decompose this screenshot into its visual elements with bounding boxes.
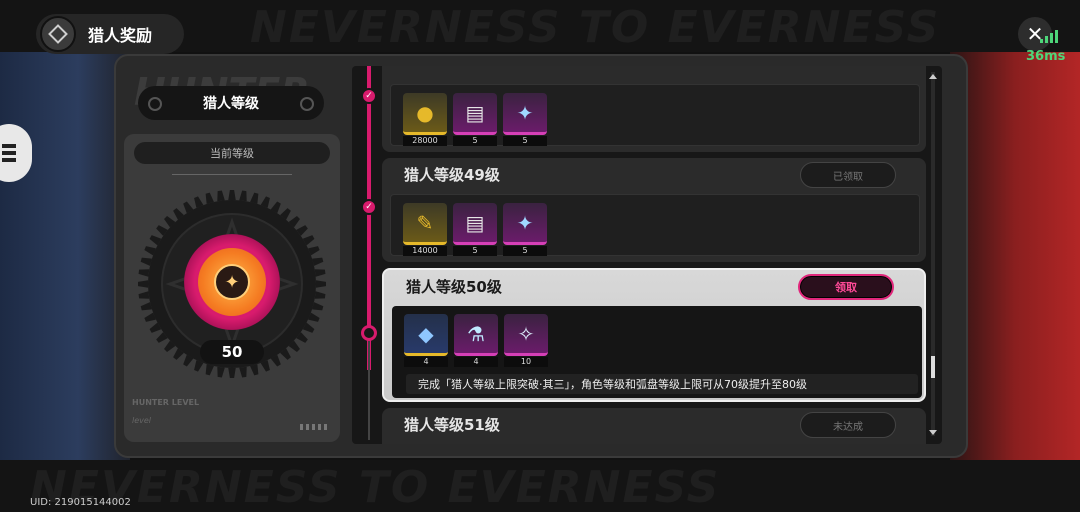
gold-coin-icon: ● [403,93,447,135]
scrollbar-thumb[interactable] [931,356,935,378]
reward-item[interactable]: ✦ 5 [503,93,547,146]
gem-cluster-icon: ✧ [504,314,548,356]
ping-readout: 36ms [1026,49,1066,64]
background-right [950,52,1080,460]
reward-entry: ● 28000 ▤ 5 ✦ 5 [382,66,926,152]
top-watermark: NEVERNESS TO EVERNESS [250,2,941,53]
reward-item[interactable]: ◆ 4 [404,314,448,367]
reward-item[interactable]: ● 28000 [403,93,447,146]
locked-status-button[interactable]: 未达成 [800,412,896,438]
reward-item[interactable]: ✦ 5 [503,203,547,256]
reward-item[interactable]: ✧ 10 [504,314,548,367]
scroll-down-icon[interactable] [929,430,937,435]
entry-title: 猎人等级51级 [404,416,500,434]
document-icon: ▤ [453,93,497,135]
document-icon: ▤ [453,203,497,245]
item-count: 4 [454,357,498,367]
reward-entry-active: 猎人等级50级 领取 ◆ 4 ⚗ 4 ✧ 10 完成「猎人等级上限突破·其三」，… [382,268,926,402]
reward-item[interactable]: ⚗ 4 [454,314,498,367]
item-count: 4 [404,357,448,367]
progress-track-remaining [368,336,370,440]
item-count: 5 [453,136,497,146]
scrollbar[interactable] [931,72,935,436]
crystal-icon: ✦ [503,93,547,135]
background-left [0,52,130,460]
reward-items: ◆ 4 ⚗ 4 ✧ 10 完成「猎人等级上限突破·其三」，角色等级和弧盘等级上限… [392,306,922,398]
page-title: 猎人奖励 [88,26,153,45]
current-node-icon [361,325,377,341]
header: 猎人奖励 [36,14,184,54]
current-level: 50 [200,340,264,364]
zigzag-decoration [300,424,330,430]
ticket-icon: ✎ [403,203,447,245]
item-count: 5 [453,246,497,256]
card-signature: level [132,416,152,425]
claimed-status-button[interactable]: 已领取 [800,162,896,188]
compass-icon: ✦ [214,264,250,300]
item-count: 14000 [403,246,447,256]
hunter-emblem-icon [40,16,76,52]
entry-title: 猎人等级50级 [406,278,502,296]
item-count: 28000 [403,136,447,146]
claim-button[interactable]: 领取 [798,274,894,300]
potion-icon: ⚗ [454,314,498,356]
user-id: UID: 219015144002 [30,497,131,508]
reward-item[interactable]: ▤ 5 [453,93,497,146]
claimed-node-icon: ✓ [361,199,377,215]
claimed-node-icon: ✓ [361,88,377,104]
item-count: 5 [503,136,547,146]
item-count: 5 [503,246,547,256]
scroll-up-icon[interactable] [929,74,937,79]
signal-icon [1040,30,1058,43]
item-count: 10 [504,357,548,367]
reward-items: ● 28000 ▤ 5 ✦ 5 [390,84,920,146]
crystal-icon: ✦ [503,203,547,245]
cube-icon: ◆ [404,314,448,356]
level-panel: HUNTER 猎人等级 当前等级 ✦ 50 HUNTER LEVEL level [124,64,346,448]
reward-description: 完成「猎人等级上限突破·其三」，角色等级和弧盘等级上限可从70级提升至80级 [406,374,918,394]
reward-items: ✎ 14000 ▤ 5 ✦ 5 [390,194,920,256]
reward-entry: 猎人等级51级 未达成 [382,408,926,444]
level-section-title: 猎人等级 [138,86,324,120]
bottom-watermark: NEVERNESS TO EVERNESS [30,462,721,512]
divider [172,174,292,175]
card-brand: HUNTER LEVEL [132,398,200,407]
entry-title: 猎人等级49级 [404,166,500,184]
medal-center: ✦ [198,248,266,316]
level-card: 当前等级 ✦ 50 HUNTER LEVEL level [124,134,340,442]
card-header: 当前等级 [134,142,330,164]
reward-item[interactable]: ▤ 5 [453,203,497,256]
reward-entry: 猎人等级49级 已领取 ✎ 14000 ▤ 5 ✦ 5 [382,158,926,262]
reward-item[interactable]: ✎ 14000 [403,203,447,256]
